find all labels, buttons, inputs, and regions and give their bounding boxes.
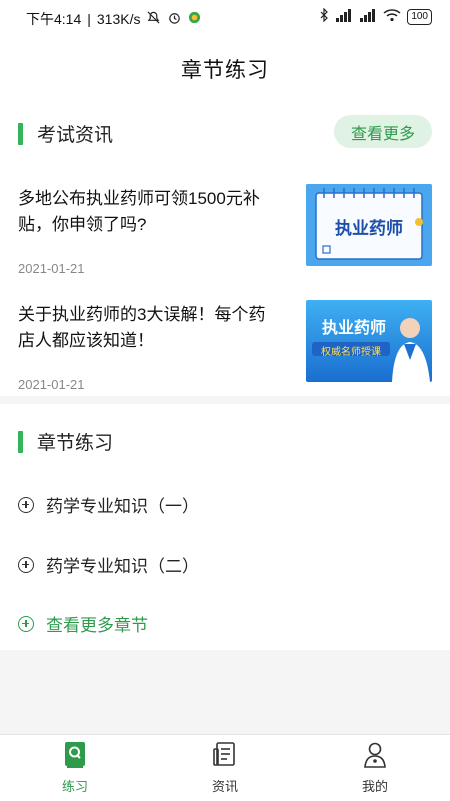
tab-label: 资讯 — [211, 779, 238, 794]
bluetooth-icon — [319, 7, 329, 25]
status-separator: | — [87, 11, 91, 27]
thumbnail-subcaption: 权威名师授课 — [321, 347, 381, 358]
section-accent-bar — [18, 122, 23, 145]
status-left: 下午4:14 | 313K/s — [26, 9, 201, 29]
page-title: 章节练习 — [181, 59, 269, 82]
news-title: 多地公布执业药师可领1500元补贴，你申领了吗? — [18, 189, 260, 234]
status-speed: 313K/s — [96, 11, 141, 27]
chapter-label: 药学专业知识（二） — [46, 557, 199, 576]
news-thumbnail: 执业药师 权威名师授课 — [306, 300, 432, 382]
tab-profile[interactable]: 我的 — [335, 741, 415, 795]
practice-book-icon — [62, 741, 88, 772]
status-time: 下午4:14 — [26, 11, 82, 27]
battery-indicator: 100 — [407, 8, 432, 25]
app-notification-icon — [188, 11, 201, 27]
view-more-news-button[interactable]: 查看更多 — [334, 115, 432, 148]
news-item[interactable]: 多地公布执业药师可领1500元补贴，你申领了吗? 2021-01-21 执业药师 — [18, 184, 432, 276]
chapters-card: 章节练习 药学专业知识（一） 药学专业知识（二） 查看更多章节 — [0, 404, 450, 650]
news-thumbnail: 执业药师 — [306, 184, 432, 266]
news-icon — [212, 741, 238, 772]
view-more-chapters-link[interactable]: 查看更多章节 — [18, 611, 148, 636]
status-right: 100 — [319, 7, 432, 25]
thumbnail-caption: 执业药师 — [321, 320, 386, 337]
expand-plus-icon — [18, 496, 34, 513]
signal-icon — [335, 8, 353, 25]
expand-plus-icon — [18, 556, 34, 573]
status-bar: 下午4:14 | 313K/s 100 — [0, 0, 450, 36]
chapter-item[interactable]: 药学专业知识（一） — [18, 492, 199, 517]
signal-icon-2 — [359, 8, 377, 25]
expand-plus-icon — [18, 615, 34, 632]
page-title-bar: 章节练习 — [0, 36, 450, 102]
news-section-header: 考试资讯 — [18, 120, 113, 147]
section-accent-bar — [18, 430, 23, 453]
alarm-icon — [167, 10, 182, 28]
thumbnail-caption: 执业药师 — [335, 219, 403, 238]
news-item[interactable]: 关于执业药师的3大误解！每个药店人都应该知道！ 2021-01-21 执业药师 … — [18, 300, 432, 392]
news-date: 2021-01-21 — [18, 377, 85, 392]
news-section-title: 考试资讯 — [37, 125, 114, 146]
view-more-chapters-label: 查看更多章节 — [46, 616, 148, 635]
profile-icon — [362, 741, 388, 772]
news-date: 2021-01-21 — [18, 261, 85, 276]
tab-label: 练习 — [61, 779, 88, 794]
tab-news[interactable]: 资讯 — [185, 741, 265, 795]
tab-practice[interactable]: 练习 — [35, 741, 115, 795]
chapter-item[interactable]: 药学专业知识（二） — [18, 552, 199, 577]
chapters-section-header: 章节练习 — [18, 428, 113, 455]
mute-icon — [146, 10, 161, 28]
bottom-tab-bar: 练习 资讯 我的 — [0, 734, 450, 801]
chapter-label: 药学专业知识（一） — [46, 497, 199, 516]
news-card: 考试资讯 查看更多 多地公布执业药师可领1500元补贴，你申领了吗? 2021-… — [0, 102, 450, 396]
wifi-icon — [383, 8, 401, 25]
chapters-section-title: 章节练习 — [37, 433, 114, 454]
tab-label: 我的 — [361, 779, 388, 794]
news-title: 关于执业药师的3大误解！每个药店人都应该知道！ — [18, 305, 266, 350]
